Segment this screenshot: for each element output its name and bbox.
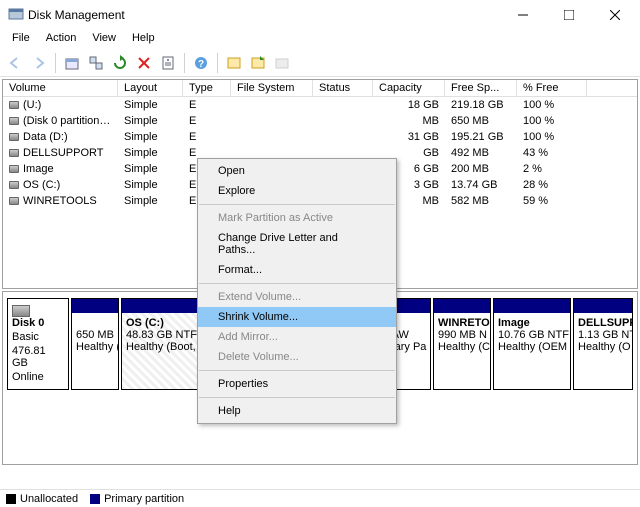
tool-bar: ? bbox=[0, 49, 640, 77]
window-title: Disk Management bbox=[24, 8, 500, 22]
col-layout[interactable]: Layout bbox=[118, 80, 183, 96]
minimize-button[interactable] bbox=[500, 0, 546, 30]
svg-text:?: ? bbox=[198, 59, 204, 70]
volume-icon bbox=[9, 165, 19, 173]
volume-icon bbox=[9, 149, 19, 157]
app-icon bbox=[8, 6, 24, 25]
maximize-button[interactable] bbox=[546, 0, 592, 30]
context-menu-item: Add Mirror... bbox=[198, 327, 396, 347]
context-menu-item[interactable]: Change Drive Letter and Paths... bbox=[198, 228, 396, 260]
volume-icon bbox=[9, 117, 19, 125]
partition[interactable]: Image10.76 GB NTFHealthy (OEM bbox=[493, 298, 571, 390]
context-menu-item[interactable]: Explore bbox=[198, 181, 396, 201]
menu-view[interactable]: View bbox=[84, 30, 124, 49]
col-status[interactable]: Status bbox=[313, 80, 373, 96]
legend: Unallocated Primary partition bbox=[0, 489, 640, 507]
context-menu-item: Mark Partition as Active bbox=[198, 208, 396, 228]
legend-unallocated-swatch bbox=[6, 494, 16, 504]
legend-primary-swatch bbox=[90, 494, 100, 504]
context-menu-item: Extend Volume... bbox=[198, 287, 396, 307]
toolbar-icon-2[interactable] bbox=[85, 52, 107, 74]
partition[interactable]: DELLSUPP1.13 GB NTHealthy (O bbox=[573, 298, 633, 390]
disk-icon bbox=[12, 305, 30, 317]
volume-icon bbox=[9, 133, 19, 141]
toolbar-extra-2[interactable] bbox=[247, 52, 269, 74]
close-button[interactable] bbox=[592, 0, 638, 30]
table-row[interactable]: Data (D:)SimpleE31 GB195.21 GB100 % bbox=[3, 129, 637, 145]
back-button[interactable] bbox=[4, 52, 26, 74]
menu-bar: File Action View Help bbox=[0, 30, 640, 49]
table-row[interactable]: (U:)SimpleE18 GB219.18 GB100 % bbox=[3, 97, 637, 113]
title-bar: Disk Management bbox=[0, 0, 640, 30]
context-menu-item[interactable]: Properties bbox=[198, 374, 396, 394]
context-menu-item: Delete Volume... bbox=[198, 347, 396, 367]
toolbar-extra-1[interactable] bbox=[223, 52, 245, 74]
col-volume[interactable]: Volume bbox=[3, 80, 118, 96]
col-free[interactable]: Free Sp... bbox=[445, 80, 517, 96]
context-menu-item[interactable]: Shrink Volume... bbox=[198, 307, 396, 327]
col-pfree[interactable]: % Free bbox=[517, 80, 587, 96]
help-button[interactable]: ? bbox=[190, 52, 212, 74]
context-menu: OpenExplore Mark Partition as ActiveChang… bbox=[197, 158, 397, 424]
table-header: Volume Layout Type File System Status Ca… bbox=[3, 80, 637, 97]
delete-button[interactable] bbox=[133, 52, 155, 74]
col-fs[interactable]: File System bbox=[231, 80, 313, 96]
partition[interactable]: WINRETO990 MB NHealthy (C bbox=[433, 298, 491, 390]
col-type[interactable]: Type bbox=[183, 80, 231, 96]
context-menu-item[interactable]: Format... bbox=[198, 260, 396, 280]
table-row[interactable]: (Disk 0 partition 1)SimpleEMB650 MB100 % bbox=[3, 113, 637, 129]
context-menu-item[interactable]: Help bbox=[198, 401, 396, 421]
volume-icon bbox=[9, 181, 19, 189]
disk-info[interactable]: Disk 0 Basic 476.81 GB Online bbox=[7, 298, 69, 390]
properties-button[interactable] bbox=[157, 52, 179, 74]
forward-button[interactable] bbox=[28, 52, 50, 74]
toolbar-extra-3[interactable] bbox=[271, 52, 293, 74]
col-capacity[interactable]: Capacity bbox=[373, 80, 445, 96]
context-menu-item[interactable]: Open bbox=[198, 161, 396, 181]
menu-action[interactable]: Action bbox=[38, 30, 85, 49]
menu-file[interactable]: File bbox=[4, 30, 38, 49]
partition[interactable]: 650 MBHealthy ( bbox=[71, 298, 119, 390]
volume-icon bbox=[9, 197, 19, 205]
menu-help[interactable]: Help bbox=[124, 30, 163, 49]
toolbar-icon-1[interactable] bbox=[61, 52, 83, 74]
refresh-button[interactable] bbox=[109, 52, 131, 74]
volume-icon bbox=[9, 101, 19, 109]
